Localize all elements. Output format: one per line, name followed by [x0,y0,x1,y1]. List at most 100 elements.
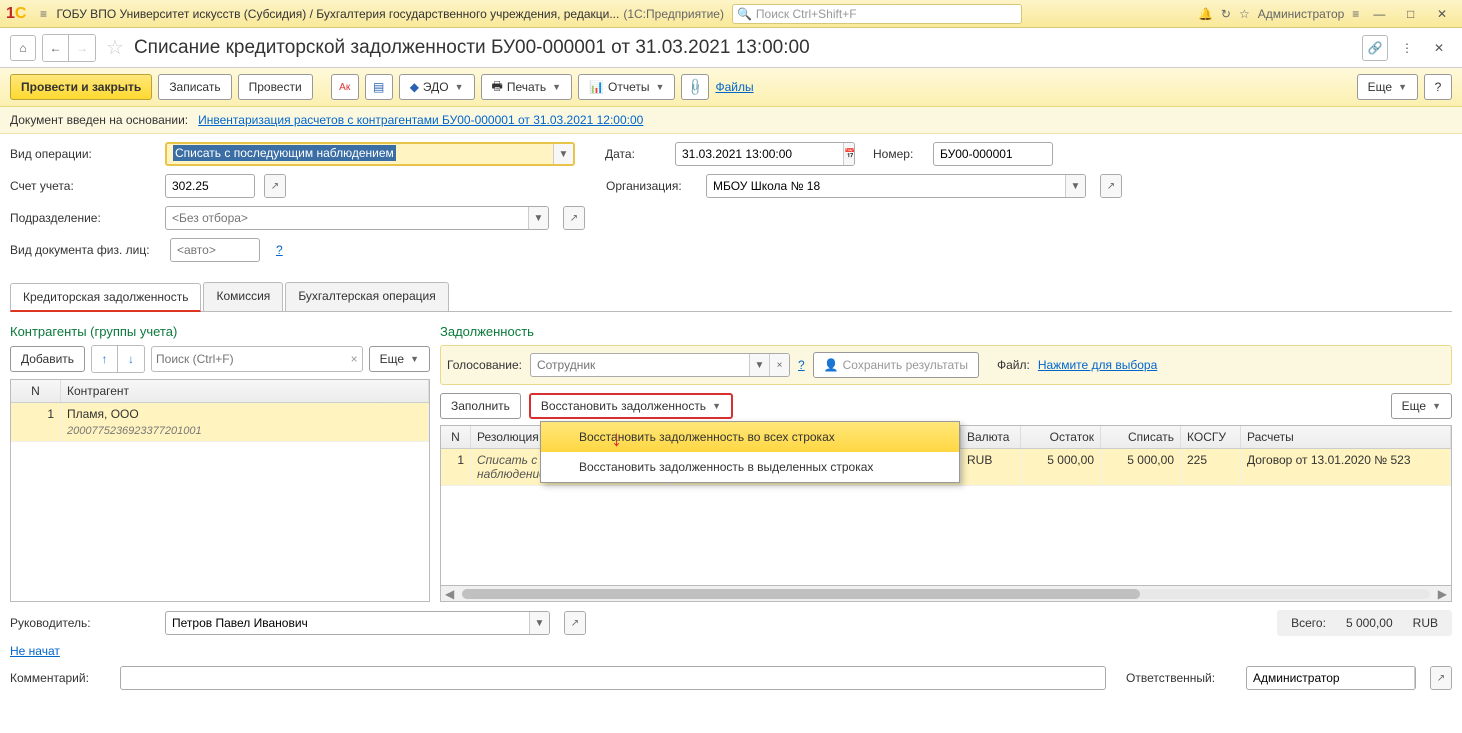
search-placeholder: Поиск Ctrl+Shift+F [756,7,857,21]
maximize-button[interactable]: □ [1397,7,1425,21]
contragent-row[interactable]: 1 Пламя, ООО 2000775236923377201001 [11,403,429,442]
chevron-down-icon[interactable]: ▼ [1414,667,1416,689]
date-field[interactable] [676,143,843,165]
total-label: Всего: [1291,616,1326,630]
header-bar: ⌂ ← → ☆ Списание кредиторской задолженно… [0,28,1462,68]
comment-input[interactable] [120,666,1106,690]
star-icon[interactable]: ☆ [1239,7,1250,21]
file-choose-link[interactable]: Нажмите для выбора [1038,358,1157,372]
move-up-button[interactable]: ↑ [92,346,118,372]
org-field[interactable] [707,175,1065,197]
restore-all-item[interactable]: Восстановить задолженность во всех строк… [541,422,959,452]
podrazd-field[interactable] [166,207,528,229]
dk-icon-button[interactable]: Ак [331,74,359,100]
otv-input[interactable]: ▼ [1246,666,1416,690]
restore-debt-button[interactable]: Восстановить задолженность▼ [529,393,733,419]
zapolnit-button[interactable]: Заполнить [440,393,521,419]
calendar-icon[interactable]: 📅 [843,143,855,165]
golos-field[interactable] [531,354,749,376]
add-button[interactable]: Добавить [10,346,85,372]
comment-field[interactable] [121,667,1105,689]
org-input[interactable]: ▼ [706,174,1086,198]
save-results-button[interactable]: 👤 Сохранить результаты [813,352,979,378]
scroll-left-icon[interactable]: ◀ [441,587,458,601]
clear-icon[interactable]: × [351,352,358,366]
left-more-button[interactable]: Еще▼ [369,346,430,372]
provesti-i-zakryt-button[interactable]: Провести и закрыть [10,74,152,100]
reports-button[interactable]: 📊Отчеты▼ [578,74,675,100]
vid-operacii-select[interactable]: Списать с последующим наблюдением ▼ [165,142,575,166]
schet-input[interactable]: ▼ [165,174,255,198]
zapisat-button[interactable]: Записать [158,74,231,100]
tab-komissiya[interactable]: Комиссия [203,282,283,311]
podrazd-input[interactable]: ▼ [165,206,549,230]
edo-button[interactable]: ◆ЭДО▼ [399,74,475,100]
schet-field[interactable] [166,175,255,197]
lines-icon-button[interactable]: ▤ [365,74,393,100]
favorite-icon[interactable]: ☆ [106,35,124,60]
date-input[interactable]: 📅 [675,142,855,166]
contragents-grid[interactable]: N Контрагент 1 Пламя, ООО 20007752369233… [10,379,430,602]
bell-icon[interactable]: 🔔 [1198,7,1213,21]
print-button[interactable]: 🖶Печать▼ [481,74,573,100]
otv-field[interactable] [1247,667,1414,689]
org-open[interactable]: ↗ [1100,174,1122,198]
kebab-icon[interactable]: ⋮ [1394,35,1420,61]
chevron-down-icon[interactable]: ▼ [553,144,573,164]
tab-bukhoper[interactable]: Бухгалтерская операция [285,282,448,311]
global-search[interactable]: 🔍 Поиск Ctrl+Shift+F [732,4,1022,24]
schet-open[interactable]: ↗ [264,174,286,198]
link-icon[interactable]: 🔗 [1362,35,1388,61]
minimize-button[interactable]: — [1365,7,1393,21]
scroll-right-icon[interactable]: ▶ [1434,587,1451,601]
ruk-input[interactable]: ▼ [165,611,550,635]
tab-kreditorskaya[interactable]: Кредиторская задолженность [10,283,201,312]
debt-title: Задолженность [440,320,1452,345]
viddoc-input[interactable]: × [170,238,260,262]
settings-icon[interactable]: ≡ [1352,7,1359,21]
ruk-field[interactable] [166,612,529,634]
open-icon[interactable]: ↗ [565,612,585,634]
basis-link[interactable]: Инвентаризация расчетов с контрагентами … [198,113,643,127]
nav-forward[interactable]: → [69,35,95,61]
debt-more-button[interactable]: Еще▼ [1391,393,1452,419]
provesti-button[interactable]: Провести [238,74,313,100]
open-icon[interactable]: ↗ [564,207,584,229]
restore-selected-item[interactable]: Восстановить задолженность в выделенных … [541,452,959,482]
chevron-down-icon[interactable]: ▼ [749,354,769,376]
nomer-input[interactable] [933,142,1053,166]
status-link[interactable]: Не начат [10,644,60,658]
chevron-down-icon[interactable]: ▼ [528,207,548,229]
files-link[interactable]: Файлы [715,80,753,94]
chevron-down-icon[interactable]: ▼ [529,612,549,634]
clear-icon[interactable]: × [769,354,789,376]
history-icon[interactable]: ↻ [1221,7,1231,21]
user-label[interactable]: Администратор [1258,7,1345,21]
home-button[interactable]: ⌂ [10,35,36,61]
contragent-search[interactable]: × [151,346,363,372]
contragent-search-field[interactable] [156,352,351,366]
open-icon[interactable]: ↗ [1101,175,1121,197]
close-pane-button[interactable]: ✕ [1426,35,1452,61]
more-button[interactable]: Еще▼ [1357,74,1418,100]
attach-button[interactable]: 📎 [681,74,709,100]
golos-input[interactable]: ▼ × [530,353,790,377]
file-label: Файл: [997,358,1030,372]
scroll-thumb[interactable] [462,589,1139,599]
ruk-open[interactable]: ↗ [564,611,586,635]
otv-open[interactable]: ↗ [1430,666,1452,690]
menu-icon[interactable]: ≡ [34,7,52,21]
nav-back[interactable]: ← [43,35,69,61]
move-down-button[interactable]: ↓ [118,346,144,372]
chevron-down-icon[interactable]: ▼ [1065,175,1085,197]
hscroll[interactable]: ◀ ▶ [440,586,1452,602]
open-icon[interactable]: ↗ [265,175,285,197]
viddoc-field[interactable] [171,239,260,261]
podrazd-open[interactable]: ↗ [563,206,585,230]
viddoc-help[interactable]: ? [276,243,283,257]
golos-help[interactable]: ? [798,358,805,372]
open-icon[interactable]: ↗ [1431,667,1451,689]
close-button[interactable]: ✕ [1428,7,1456,21]
help-button[interactable]: ? [1424,74,1452,100]
nomer-field[interactable] [934,143,1053,165]
